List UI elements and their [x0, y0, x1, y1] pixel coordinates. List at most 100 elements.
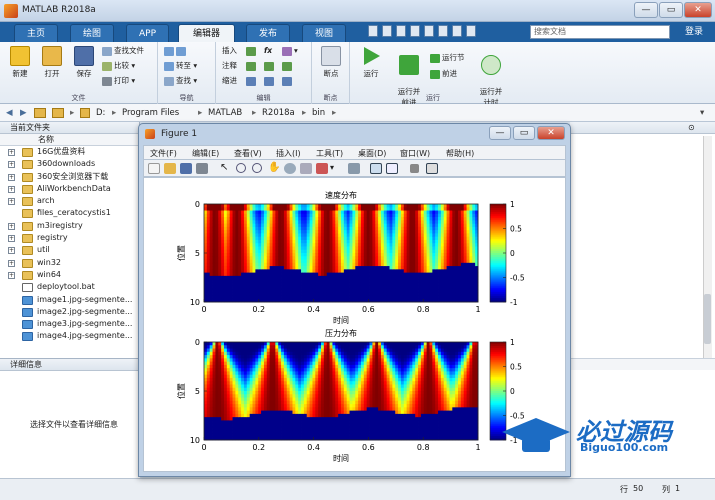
file-list-item[interactable]: image1.jpg-segmente... [0, 294, 139, 306]
save-button[interactable]: 保存 [70, 46, 98, 79]
pointer-icon[interactable]: ↖ [220, 163, 232, 174]
run-section-button[interactable]: 运行节 [430, 52, 465, 63]
back-button[interactable] [164, 45, 188, 56]
file-list-item[interactable]: + registry [0, 232, 139, 244]
file-list-item[interactable]: + util [0, 244, 139, 256]
file-list-item[interactable]: files_ceratocystis1 [0, 207, 139, 219]
save-figure-icon[interactable] [180, 163, 192, 174]
tab-editor[interactable]: 编辑器 [178, 24, 236, 42]
expand-icon[interactable]: + [8, 173, 15, 181]
expand-icon[interactable]: + [8, 235, 15, 243]
breadcrumb-item[interactable]: Program Files [122, 108, 179, 118]
file-list-item[interactable]: image4.jpg-segmente... [0, 330, 139, 342]
qat-save-icon[interactable] [368, 25, 378, 37]
expand-icon[interactable]: + [8, 271, 15, 279]
comment-button[interactable]: 注释 [222, 60, 237, 71]
run-button[interactable]: 运行 [356, 46, 386, 79]
breadcrumb-item[interactable]: R2018a [262, 108, 295, 118]
menu-tools[interactable]: 工具(T) [316, 148, 343, 159]
new-figure-icon[interactable] [148, 163, 160, 174]
menu-help[interactable]: 帮助(H) [446, 148, 474, 159]
rotate-3d-icon[interactable] [284, 163, 296, 174]
minimize-button[interactable]: — [634, 2, 658, 18]
figure-minimize-button[interactable]: — [489, 126, 511, 140]
print-button[interactable]: 打印 ▾ [102, 75, 135, 86]
increase-indent-icon[interactable] [264, 75, 276, 86]
search-input[interactable]: 搜索文档 [530, 25, 670, 39]
breadcrumb-item[interactable]: D: [96, 108, 105, 118]
insert-more-icon[interactable]: ▾ [282, 45, 298, 56]
colorbar-toggle-icon[interactable] [370, 163, 382, 174]
file-list-item[interactable]: +360安全浏览器下载 [0, 171, 139, 183]
data-cursor-icon[interactable] [300, 163, 312, 174]
breadcrumb-item[interactable]: MATLAB [208, 108, 242, 118]
expand-icon[interactable]: + [8, 161, 15, 169]
menu-edit[interactable]: 编辑(E) [192, 148, 219, 159]
file-list-item[interactable]: image3.jpg-segmente... [0, 318, 139, 330]
login-button[interactable]: 登录 [677, 25, 711, 39]
breakpoints-button[interactable]: 断点 [316, 46, 346, 79]
back-nav-icon[interactable]: ◀ [6, 108, 13, 118]
menu-view[interactable]: 查看(V) [234, 148, 262, 159]
find-files-button[interactable]: 查找文件 [102, 45, 144, 56]
decrease-indent-icon[interactable] [282, 75, 294, 86]
file-list-item[interactable]: + win64 [0, 269, 139, 281]
browse-folder-icon[interactable] [52, 108, 64, 118]
hide-tools-icon[interactable] [410, 164, 419, 173]
link-plot-icon[interactable] [348, 163, 360, 174]
uncomment-icon[interactable] [264, 60, 276, 71]
menu-file[interactable]: 文件(F) [150, 148, 177, 159]
tab-view[interactable]: 视图 [302, 24, 347, 42]
file-list-item[interactable]: deploytool.bat [0, 281, 139, 293]
scrollbar-thumb[interactable] [704, 294, 711, 344]
tab-home[interactable]: 主页 [14, 24, 59, 42]
wrap-comment-icon[interactable] [282, 60, 294, 71]
advance-button[interactable]: 前进 [430, 68, 457, 79]
brush-dropdown-icon[interactable]: ▾ [330, 163, 338, 174]
insert-button[interactable]: 插入 [222, 45, 237, 56]
insert-section-icon[interactable] [246, 45, 258, 56]
maximize-button[interactable]: ▭ [659, 2, 683, 18]
menu-desktop[interactable]: 桌面(D) [358, 148, 386, 159]
up-folder-icon[interactable] [34, 108, 46, 118]
fx-button[interactable]: fx [264, 45, 272, 56]
qat-cut-icon[interactable] [382, 25, 392, 37]
indent-button[interactable]: 缩进 [222, 75, 237, 86]
figure-close-button[interactable]: ✕ [537, 126, 565, 140]
nav-find-button[interactable]: 查找 ▾ [164, 75, 197, 86]
show-tools-icon[interactable] [426, 163, 438, 174]
pan-icon[interactable]: ✋ [268, 163, 280, 174]
expand-icon[interactable]: + [8, 247, 15, 255]
open-file-icon[interactable] [164, 163, 176, 174]
comment-percent-icon[interactable] [246, 60, 258, 71]
qat-switch-icon[interactable] [452, 25, 462, 37]
brush-icon[interactable] [316, 163, 328, 174]
zoom-out-icon[interactable] [252, 163, 262, 173]
tab-plots[interactable]: 绘图 [70, 24, 115, 42]
file-list-item[interactable]: + m3iregistry [0, 220, 139, 232]
tab-apps[interactable]: APP [126, 24, 170, 42]
goto-button[interactable]: 转至 ▾ [164, 60, 197, 71]
file-list-item[interactable]: +360downloads [0, 158, 139, 170]
legend-toggle-icon[interactable] [386, 163, 398, 174]
expand-icon[interactable]: + [8, 198, 15, 206]
file-list-item[interactable]: image2.jpg-segmente... [0, 306, 139, 318]
print-figure-icon[interactable] [196, 163, 208, 174]
qat-help-icon[interactable] [466, 25, 476, 37]
file-list-item[interactable]: + win32 [0, 257, 139, 269]
column-header-name[interactable]: 名称 [0, 134, 139, 146]
file-list-item[interactable]: + AliWorkbenchData [0, 183, 139, 195]
expand-icon[interactable]: + [8, 222, 15, 230]
compare-button[interactable]: 比较 ▾ [102, 60, 135, 71]
expand-icon[interactable]: + [8, 259, 15, 267]
qat-copy-icon[interactable] [396, 25, 406, 37]
figure-maximize-button[interactable]: ▭ [513, 126, 535, 140]
tab-publish[interactable]: 发布 [246, 24, 291, 42]
menu-window[interactable]: 窗口(W) [400, 148, 430, 159]
expand-icon[interactable]: + [8, 149, 15, 156]
address-dropdown-icon[interactable]: ▾ [700, 108, 704, 118]
qat-redo-icon[interactable] [438, 25, 448, 37]
breadcrumb-item[interactable]: bin [312, 108, 325, 118]
file-list-item[interactable]: +16G优盘资料 [0, 146, 139, 158]
workspace-menu-icon[interactable]: ⊙ [688, 123, 695, 132]
